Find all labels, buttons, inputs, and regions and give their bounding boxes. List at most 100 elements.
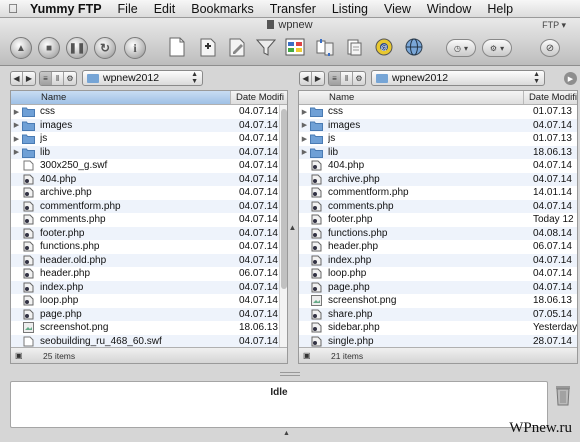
new-file-button[interactable] bbox=[166, 35, 188, 59]
pause-button[interactable]: ❚❚ bbox=[66, 37, 88, 59]
left-table-row[interactable]: 300x250_g.swf 04.07.14 bbox=[11, 159, 287, 173]
right-table-row[interactable]: header.php 06.07.14 bbox=[299, 240, 577, 254]
left-path-popup[interactable]: wpnew2012 ▲ ▼ bbox=[82, 70, 203, 86]
right-table-row[interactable]: ▶ js 01.07.13 bbox=[299, 132, 577, 146]
right-table-row[interactable]: loop.php 04.07.14 bbox=[299, 267, 577, 281]
back-arrow-icon[interactable]: ◀ bbox=[300, 71, 312, 85]
right-table-row[interactable]: functions.php 04.08.14 bbox=[299, 226, 577, 240]
right-table-row[interactable]: comments.php 04.07.14 bbox=[299, 199, 577, 213]
refresh-button[interactable]: ↻ bbox=[94, 37, 116, 59]
right-table-row[interactable]: index.php 04.07.14 bbox=[299, 253, 577, 267]
menu-window[interactable]: Window bbox=[419, 0, 479, 18]
right-table-row[interactable]: footer.php Today 12 bbox=[299, 213, 577, 227]
back-arrow-icon[interactable]: ◀ bbox=[11, 71, 23, 85]
left-table-row[interactable]: ▶ js 04.07.14 bbox=[11, 132, 287, 146]
expand-arrow-icon[interactable]: ▲ bbox=[283, 430, 290, 437]
left-table-row[interactable]: header.old.php 04.07.14 bbox=[11, 253, 287, 267]
new-folder-button[interactable] bbox=[197, 35, 219, 59]
disclosure-triangle-icon[interactable]: ▶ bbox=[11, 135, 22, 143]
menu-help[interactable]: Help bbox=[479, 0, 521, 18]
right-table-row[interactable]: 404.php 04.07.14 bbox=[299, 159, 577, 173]
date-column-header[interactable]: Date Modifi bbox=[524, 91, 577, 104]
filter-button[interactable] bbox=[255, 35, 277, 59]
right-table-row[interactable]: page.php 04.07.14 bbox=[299, 280, 577, 294]
disconnect-button[interactable] bbox=[403, 35, 425, 59]
disclosure-triangle-icon[interactable]: ▶ bbox=[299, 135, 310, 143]
left-table-row[interactable]: 404.php 04.07.14 bbox=[11, 172, 287, 186]
left-table-row[interactable]: index.php 04.07.14 bbox=[11, 280, 287, 294]
disclosure-triangle-icon[interactable]: ▶ bbox=[11, 148, 22, 156]
file-name: index.php bbox=[328, 254, 372, 266]
gear-small-icon[interactable]: ⚙ bbox=[353, 72, 365, 85]
left-table-row[interactable]: loop.php 04.07.14 bbox=[11, 294, 287, 308]
menu-listing[interactable]: Listing bbox=[324, 0, 376, 18]
left-table-row[interactable]: comments.php 04.07.14 bbox=[11, 213, 287, 227]
left-scroll-thumb[interactable] bbox=[281, 109, 287, 289]
left-table-row[interactable]: commentform.php 04.07.14 bbox=[11, 199, 287, 213]
splitter-grip[interactable] bbox=[280, 372, 300, 376]
forward-arrow-icon[interactable]: ▶ bbox=[312, 72, 324, 85]
right-table-row[interactable]: archive.php 04.07.14 bbox=[299, 172, 577, 186]
file-name: 300x250_g.swf bbox=[40, 160, 108, 172]
menu-edit[interactable]: Edit bbox=[146, 0, 184, 18]
left-table-row[interactable]: ▶ lib 04.07.14 bbox=[11, 145, 287, 159]
compare-button[interactable] bbox=[343, 35, 365, 59]
name-column-header[interactable]: Name bbox=[299, 91, 524, 104]
list-view-icon[interactable]: ≡ bbox=[40, 71, 52, 85]
list-view-icon[interactable]: ≡ bbox=[329, 71, 341, 85]
no-entry-button[interactable]: ⊘ bbox=[540, 39, 560, 57]
right-table-row[interactable]: ▶ css 01.07.13 bbox=[299, 105, 577, 119]
apple-menu-icon[interactable]:  bbox=[0, 1, 26, 16]
menu-app[interactable]: Yummy FTP bbox=[26, 0, 110, 18]
left-scrollbar[interactable] bbox=[279, 105, 287, 347]
sync-button[interactable] bbox=[314, 35, 336, 59]
left-table-row[interactable]: header.php 06.07.14 bbox=[11, 267, 287, 281]
log-splitter[interactable] bbox=[0, 369, 580, 379]
stop-button[interactable]: ■ bbox=[38, 37, 60, 59]
left-table-row[interactable]: archive.php 04.07.14 bbox=[11, 186, 287, 200]
info-button[interactable]: i bbox=[124, 37, 146, 59]
right-table-row[interactable]: sidebar.php Yesterday bbox=[299, 321, 577, 335]
column-view-icon[interactable]: ‖ bbox=[341, 71, 353, 85]
upload-button[interactable]: ▲ bbox=[10, 37, 32, 59]
right-table-row[interactable]: screenshot.png 18.06.13 bbox=[299, 294, 577, 308]
right-table-row[interactable]: ▶ images 04.07.14 bbox=[299, 118, 577, 132]
ftp-badge[interactable]: FTP ▾ bbox=[542, 20, 566, 31]
file-name: screenshot.png bbox=[328, 295, 397, 307]
trash-icon[interactable] bbox=[554, 382, 572, 406]
archive-button[interactable]: @ bbox=[373, 35, 395, 59]
edit-file-button[interactable] bbox=[226, 35, 248, 59]
right-path-popup[interactable]: wpnew2012 ▲ ▼ bbox=[371, 70, 545, 86]
left-table-row[interactable]: footer.php 04.07.14 bbox=[11, 226, 287, 240]
forward-arrow-icon[interactable]: ▶ bbox=[23, 72, 35, 85]
column-view-icon[interactable]: ‖ bbox=[52, 71, 64, 85]
action-menu-button[interactable]: ⚙ ▾ bbox=[482, 39, 512, 57]
right-table-row[interactable]: commentform.php 14.01.14 bbox=[299, 186, 577, 200]
left-table-row[interactable]: screenshot.png 18.06.13 bbox=[11, 321, 287, 335]
left-table-row[interactable]: seobuilding_ru_468_60.swf 04.07.14 bbox=[11, 334, 287, 347]
gear-small-icon[interactable]: ⚙ bbox=[64, 72, 76, 85]
disclosure-triangle-icon[interactable]: ▶ bbox=[299, 108, 310, 116]
file-name: header.php bbox=[328, 241, 379, 253]
menu-file[interactable]: File bbox=[110, 0, 146, 18]
left-table-row[interactable]: functions.php 04.07.14 bbox=[11, 240, 287, 254]
right-table-row[interactable]: share.php 07.05.14 bbox=[299, 307, 577, 321]
bookmarks-button[interactable] bbox=[284, 35, 306, 59]
disclosure-triangle-icon[interactable]: ▶ bbox=[11, 121, 22, 129]
right-table-row[interactable]: single.php 28.07.14 bbox=[299, 334, 577, 347]
disclosure-triangle-icon[interactable]: ▶ bbox=[299, 148, 310, 156]
left-table-row[interactable]: ▶ images 04.07.14 bbox=[11, 118, 287, 132]
menu-transfer[interactable]: Transfer bbox=[262, 0, 324, 18]
pane-divider[interactable]: ▲ bbox=[288, 90, 297, 364]
name-column-header[interactable]: Name bbox=[11, 91, 231, 104]
disclosure-triangle-icon[interactable]: ▶ bbox=[11, 108, 22, 116]
menu-bookmarks[interactable]: Bookmarks bbox=[183, 0, 262, 18]
schedule-button[interactable]: ◷ ▾ bbox=[446, 39, 476, 57]
right-table-row[interactable]: ▶ lib 18.06.13 bbox=[299, 145, 577, 159]
menu-view[interactable]: View bbox=[376, 0, 419, 18]
left-table-row[interactable]: page.php 04.07.14 bbox=[11, 307, 287, 321]
toolbar-overflow-arrow[interactable]: ▶ bbox=[564, 72, 577, 85]
disclosure-triangle-icon[interactable]: ▶ bbox=[299, 121, 310, 129]
date-column-header[interactable]: Date Modifi bbox=[231, 91, 284, 104]
left-table-row[interactable]: ▶ css 04.07.14 bbox=[11, 105, 287, 119]
